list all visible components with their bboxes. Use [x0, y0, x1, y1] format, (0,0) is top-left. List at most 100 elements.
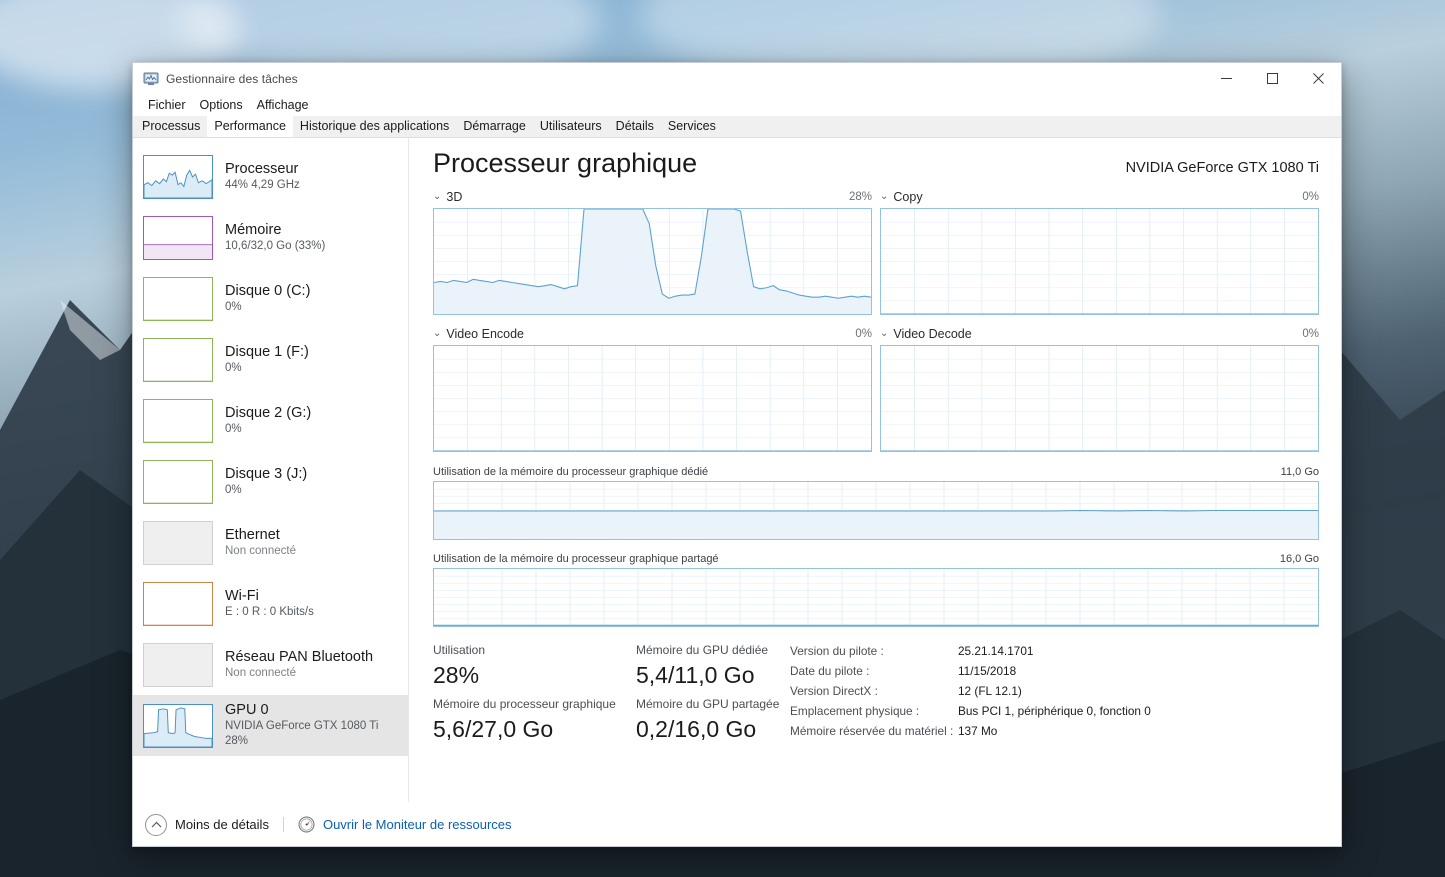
- stat-value-shared-memory: 0,2/16,0 Go: [636, 716, 757, 742]
- sidebar-item-wi-fi[interactable]: Wi-Fi E : 0 R : 0 Kbits/s: [133, 573, 408, 634]
- graph-shared-memory[interactable]: [433, 568, 1319, 627]
- sidebar-item-label: Mémoire: [225, 221, 282, 238]
- less-details-label[interactable]: Moins de détails: [175, 817, 269, 832]
- graph-3d[interactable]: [433, 208, 872, 315]
- tab-processus[interactable]: Processus: [135, 116, 208, 137]
- sidebar-item-label: Réseau PAN Bluetooth: [225, 648, 374, 665]
- sidebar-item-label: Processeur: [225, 160, 299, 177]
- sidebar-item-text: GPU 0 NVIDIA GeForce GTX 1080 Ti 28%: [225, 702, 378, 749]
- sidebar-item-text: Ethernet Non connecté: [225, 527, 296, 559]
- engine-name-copy[interactable]: Copy: [893, 190, 922, 204]
- shared-memory-max: 16,0 Go: [1279, 552, 1319, 565]
- page-title: Processeur graphique: [433, 148, 698, 178]
- shared-memory-panel: Utilisation de la mémoire du processeur …: [433, 551, 1319, 627]
- engine-name-video-decode[interactable]: Video Decode: [893, 327, 971, 341]
- tab-historique[interactable]: Historique des applications: [292, 116, 457, 137]
- graph-video-encode[interactable]: [433, 345, 872, 452]
- collapse-details-icon[interactable]: [145, 813, 167, 836]
- maximize-button[interactable]: [1249, 63, 1295, 94]
- sidebar-item-sublabel: Non connecté: [225, 544, 296, 557]
- sidebar-item-disque-0-c[interactable]: Disque 0 (C:) 0%: [133, 268, 408, 329]
- tab-details[interactable]: Détails: [608, 116, 661, 137]
- sidebar-item-label: GPU 0: [225, 702, 269, 718]
- gpu-stats: Utilisation 28% Mémoire du processeur gr…: [433, 641, 1319, 749]
- engine-name-3d[interactable]: 3D: [446, 190, 462, 204]
- sidebar-thumbnail-disk: [143, 337, 213, 382]
- chevron-down-icon[interactable]: ⌄: [880, 192, 888, 202]
- sidebar-item-disque-3-j[interactable]: Disque 3 (J:) 0%: [133, 451, 408, 512]
- minimize-button[interactable]: [1203, 63, 1249, 94]
- info-key: Date du pilote :: [790, 664, 870, 678]
- info-value: 11/15/2018: [958, 664, 1017, 678]
- info-row: Version DirectX : 12 (FL 12.1): [790, 681, 1151, 701]
- chevron-down-icon[interactable]: ⌄: [880, 329, 888, 339]
- engine-label-row-video-encode: ⌄ Video Encode 0%: [433, 326, 872, 342]
- gpu-device-name: NVIDIA GeForce GTX 1080 Ti: [1125, 160, 1319, 176]
- sidebar-item-text: Disque 1 (F:) 0%: [225, 344, 309, 376]
- sidebar-item-sublabel: 0%: [225, 361, 242, 374]
- resource-monitor-link[interactable]: Ouvrir le Moniteur de ressources: [323, 817, 512, 832]
- sidebar-item-label: Disque 3 (J:): [225, 465, 308, 482]
- graph-copy[interactable]: [880, 208, 1319, 315]
- sidebar-item-sublabel: 0%: [225, 483, 242, 496]
- engine-panel-copy: ⌄ Copy 0%: [880, 189, 1319, 315]
- tab-services[interactable]: Services: [660, 116, 723, 137]
- sidebar-item-sublabel: 44% 4,29 GHz: [225, 178, 300, 191]
- graph-video-decode[interactable]: [880, 345, 1319, 452]
- stats-column-utilisation: Utilisation 28% Mémoire du processeur gr…: [433, 641, 636, 749]
- info-value: 137 Mo: [958, 724, 998, 738]
- tab-demarrage[interactable]: Démarrage: [456, 116, 533, 137]
- sidebar-thumbnail-cpu: [143, 154, 213, 199]
- sidebar-item-text: Disque 2 (G:) 0%: [225, 405, 311, 437]
- dedicated-memory-max: 11,0 Go: [1280, 465, 1319, 478]
- performance-sidebar[interactable]: Processeur 44% 4,29 GHz Mémoire 10,6/32,0 G…: [133, 138, 409, 802]
- content-area: Processeur 44% 4,29 GHz Mémoire 10,6/32,0 G…: [133, 138, 1341, 802]
- gpu-info-list: Version du pilote : 25.21.14.1701 Date du …: [790, 641, 1151, 749]
- title-bar[interactable]: Gestionnaire des tâches: [133, 63, 1341, 94]
- sidebar-item-r-seau-pan-bluetooth[interactable]: Réseau PAN Bluetooth Non connecté: [133, 634, 408, 695]
- sidebar-thumbnail-net-off: [143, 520, 213, 565]
- chevron-down-icon[interactable]: ⌄: [433, 192, 441, 202]
- stat-key-dedicated-memory: Mémoire du GPU dédiée: [636, 643, 769, 657]
- stat-value-utilisation: 28%: [433, 662, 480, 688]
- info-key: Mémoire réservée du matériel :: [790, 724, 954, 738]
- task-manager-window: Gestionnaire des tâches Fichier Options …: [132, 62, 1342, 847]
- engine-name-video-encode[interactable]: Video Encode: [446, 327, 524, 341]
- window-title: Gestionnaire des tâches: [166, 71, 298, 86]
- graph-dedicated-memory[interactable]: [433, 481, 1319, 540]
- sidebar-item-label: Disque 0 (C:): [225, 282, 311, 299]
- tab-utilisateurs[interactable]: Utilisateurs: [532, 116, 609, 137]
- stat-value-dedicated-memory: 5,4/11,0 Go: [636, 662, 755, 688]
- chevron-down-icon[interactable]: ⌄: [433, 329, 441, 339]
- task-manager-icon: [143, 71, 159, 87]
- sidebar-item-disque-2-g[interactable]: Disque 2 (G:) 0%: [133, 390, 408, 451]
- menu-item-affichage[interactable]: Affichage: [250, 96, 316, 114]
- sidebar-item-processeur[interactable]: Processeur 44% 4,29 GHz: [133, 146, 408, 207]
- sidebar-item-gpu-0[interactable]: GPU 0 NVIDIA GeForce GTX 1080 Ti 28%: [133, 695, 408, 756]
- dedicated-memory-label-row: Utilisation de la mémoire du processeur …: [433, 464, 1319, 479]
- engine-value-copy: 0%: [1302, 191, 1319, 203]
- close-button[interactable]: [1295, 63, 1341, 94]
- sidebar-item-label: Wi-Fi: [225, 587, 259, 604]
- sidebar-item-sublabel: NVIDIA GeForce GTX 1080 Ti: [225, 720, 379, 732]
- sidebar-thumbnail-disk: [143, 276, 213, 321]
- sidebar-item-sublabel-2: 28%: [225, 735, 249, 747]
- footer-divider: [282, 817, 284, 832]
- engine-label-row-video-decode: ⌄ Video Decode 0%: [880, 326, 1319, 342]
- engine-row-bottom: ⌄ Video Encode 0% ⌄ Video Decode 0%: [433, 326, 1319, 452]
- engine-label-row-3d: ⌄ 3D 28%: [433, 189, 872, 205]
- sidebar-item-text: Processeur 44% 4,29 GHz: [225, 161, 300, 193]
- sidebar-thumbnail-disk: [143, 398, 213, 443]
- shared-memory-label-row: Utilisation de la mémoire du processeur …: [433, 551, 1319, 566]
- sidebar-item-disque-1-f[interactable]: Disque 1 (F:) 0%: [133, 329, 408, 390]
- tab-performance[interactable]: Performance: [207, 116, 293, 137]
- info-row: Date du pilote : 11/15/2018: [790, 661, 1151, 681]
- sidebar-item-label: Ethernet: [225, 526, 280, 543]
- menu-item-options[interactable]: Options: [193, 96, 250, 114]
- sidebar-item-sublabel: Non connecté: [225, 666, 296, 679]
- sidebar-item-m-moire[interactable]: Mémoire 10,6/32,0 Go (33%): [133, 207, 408, 268]
- sidebar-item-ethernet[interactable]: Ethernet Non connecté: [133, 512, 408, 573]
- menu-item-fichier[interactable]: Fichier: [141, 96, 193, 114]
- engine-value-3d: 28%: [848, 191, 872, 203]
- sidebar-item-text: Mémoire 10,6/32,0 Go (33%): [225, 222, 325, 254]
